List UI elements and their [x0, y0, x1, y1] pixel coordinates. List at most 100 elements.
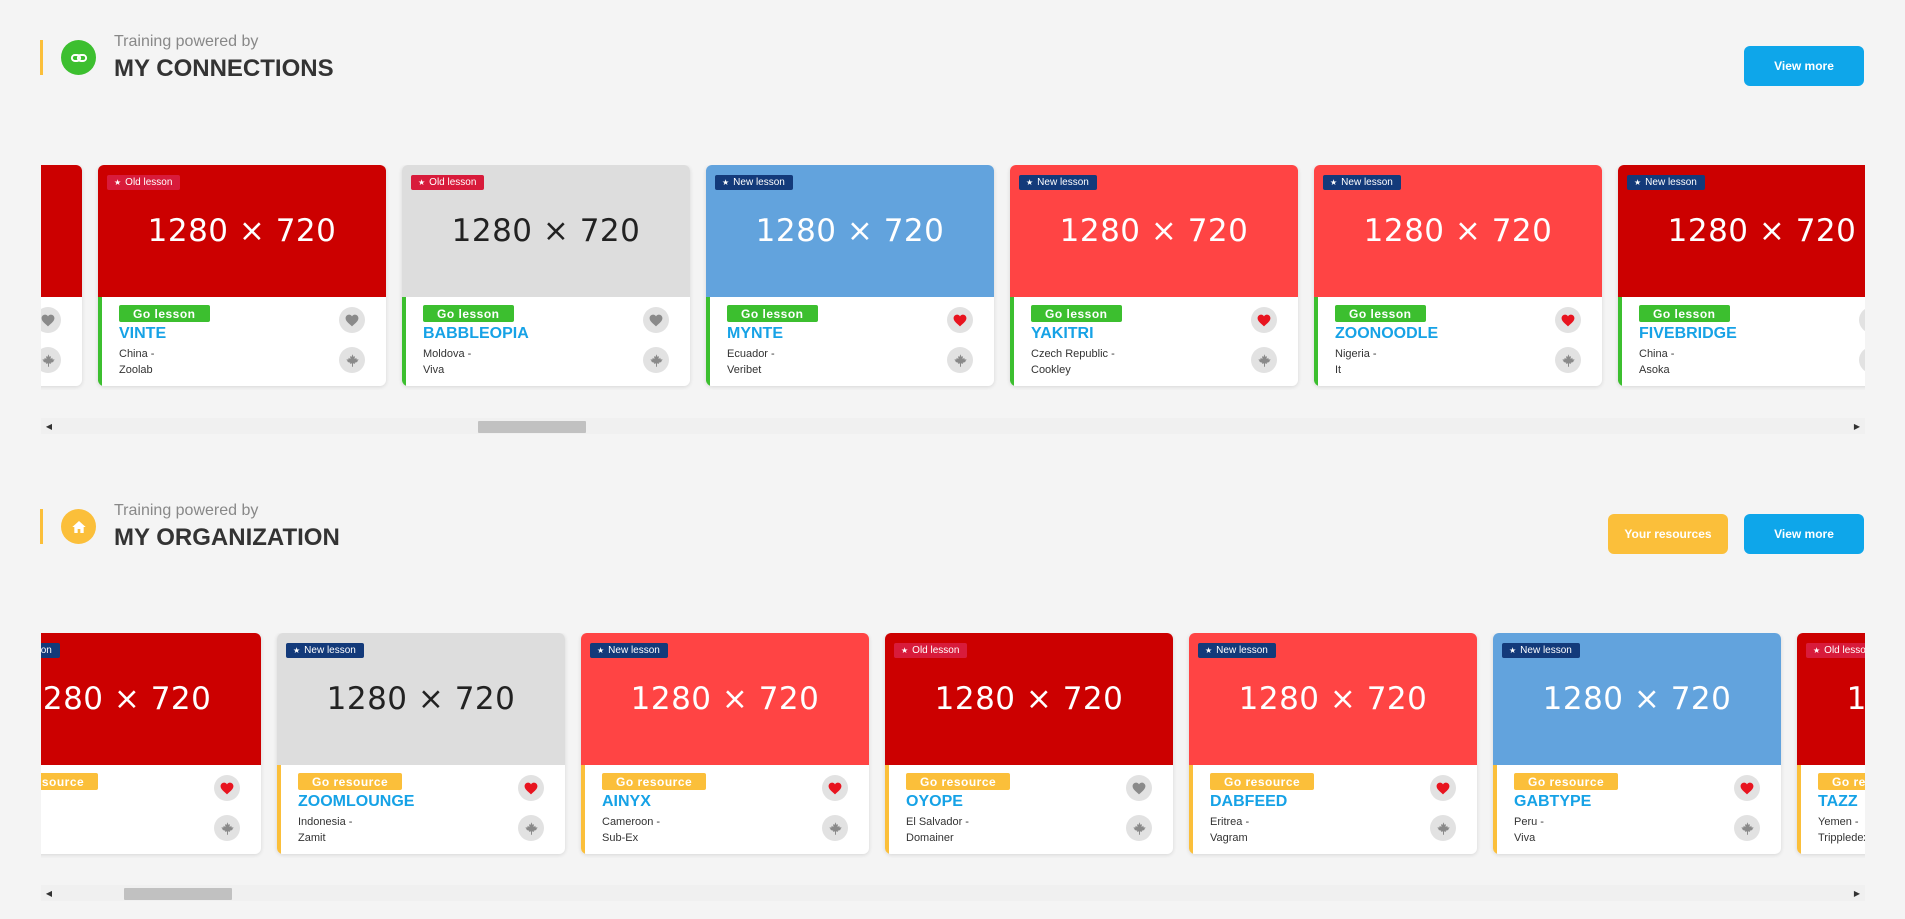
go-button[interactable]: Go lesson [1639, 305, 1730, 322]
scrollbar-thumb[interactable] [478, 421, 586, 433]
maple-leaf-button[interactable] [214, 815, 240, 841]
maple-leaf-button[interactable] [822, 815, 848, 841]
go-button[interactable]: Go lesson [119, 305, 210, 322]
favorite-button[interactable] [643, 307, 669, 333]
card-thumbnail[interactable]: 1280 × 720 ★Old lesson [1797, 633, 1865, 765]
maple-leaf-button[interactable] [1251, 347, 1277, 373]
card-title[interactable]: ZOOMLOUNGE [298, 793, 414, 811]
favorite-button[interactable] [339, 307, 365, 333]
maple-leaf-button[interactable] [1126, 815, 1152, 841]
favorite-button[interactable] [1251, 307, 1277, 333]
card-thumbnail[interactable]: 1280 × 720 ★New lesson [1314, 165, 1602, 297]
card-title[interactable]: VINTE [119, 325, 166, 343]
card-thumbnail[interactable]: 1280 × 720 ★Old lesson [885, 633, 1173, 765]
card-accent-strip [581, 765, 585, 854]
go-button[interactable]: Go resource [906, 773, 1011, 790]
go-button[interactable]: Go resource [1210, 773, 1315, 790]
maple-leaf-button[interactable] [1430, 815, 1456, 841]
go-button[interactable]: Go resource [1818, 773, 1865, 790]
course-card[interactable]: 1280 × 720 ★ New lesson Go lesson YAKITRI… [1010, 165, 1298, 386]
go-button[interactable]: Go lesson [1031, 305, 1122, 322]
scrollbar-thumb[interactable] [124, 888, 233, 900]
course-card[interactable]: 1280 × 720 ★ New lesson Go resource ZOOML… [277, 633, 565, 854]
card-title[interactable]: OYOPE [906, 793, 963, 811]
card-title[interactable]: FIVEBRIDGE [1639, 325, 1737, 343]
card-title[interactable]: GABTYPE [1514, 793, 1591, 811]
card-thumbnail[interactable]: 1280 × 720 ★New lesson [277, 633, 565, 765]
maple-leaf-button[interactable] [1859, 347, 1865, 373]
course-card[interactable]: 1280 × 720 ★ New lesson Go resource DABFE… [1189, 633, 1477, 854]
card-title[interactable]: TAZZ [1818, 793, 1858, 811]
course-card[interactable]: 1280 × 720 ★ New lesson Go resource GABTY… [1493, 633, 1781, 854]
maple-leaf-button[interactable] [947, 347, 973, 373]
your-resources-button[interactable]: Your resources [1608, 514, 1728, 554]
go-button[interactable]: Go lesson [423, 305, 514, 322]
horizontal-scrollbar[interactable]: ◀ ▶ [41, 885, 1865, 901]
card-thumbnail[interactable]: 1280 × 720 ★New lesson [1010, 165, 1298, 297]
card-thumbnail[interactable]: 1280 × 720 ★Old lesson [98, 165, 386, 297]
card-title[interactable]: ZOONOODLE [1335, 325, 1438, 343]
go-button[interactable]: Go resource [298, 773, 403, 790]
card-title[interactable]: YAKITRI [1031, 325, 1094, 343]
course-card[interactable]: 1280 × 720 ★ Old lesson Go lesson BABBLEO… [402, 165, 690, 386]
card-title[interactable]: DABFEED [1210, 793, 1287, 811]
course-card[interactable]: 1280 × 720 ★ New lesson Go lesson MYNTE E… [706, 165, 994, 386]
accent-bar [40, 509, 43, 544]
card-title[interactable]: MYNTE [727, 325, 783, 343]
favorite-button[interactable] [1126, 775, 1152, 801]
go-button[interactable]: Go resource [41, 773, 99, 790]
favorite-button[interactable] [1859, 307, 1865, 333]
course-card[interactable]: 1280 × 720 ★ New lesson Go lesson ZOONOOD… [1314, 165, 1602, 386]
card-country: Moldova - [423, 348, 472, 360]
maple-leaf-button[interactable] [1734, 815, 1760, 841]
favorite-button[interactable] [214, 775, 240, 801]
card-thumbnail[interactable]: 1280 × 720 ★New lesson [706, 165, 994, 297]
maple-leaf-button[interactable] [518, 815, 544, 841]
card-thumbnail[interactable]: 1280 × 720 ★New lesson [581, 633, 869, 765]
card-thumbnail[interactable]: 1280 × 720 [41, 165, 82, 297]
favorite-button[interactable] [947, 307, 973, 333]
favorite-button[interactable] [1430, 775, 1456, 801]
scroll-left-arrow[interactable]: ◀ [41, 885, 57, 901]
scroll-left-arrow[interactable]: ◀ [41, 418, 57, 434]
favorite-button[interactable] [1734, 775, 1760, 801]
favorite-button[interactable] [518, 775, 544, 801]
go-button[interactable]: Go resource [1514, 773, 1619, 790]
horizontal-scrollbar[interactable]: ◀ ▶ [41, 418, 1865, 434]
card-thumbnail[interactable]: 1280 × 720 ★New lesson [41, 633, 261, 765]
course-card[interactable]: 1280 × 720 ★Old lesson Go resource TAZZ … [1797, 633, 1865, 854]
favorite-button[interactable] [822, 775, 848, 801]
resource-carousel[interactable]: 1280 × 720 ★New lesson Go resource 1280 … [41, 633, 1865, 858]
scroll-right-arrow[interactable]: ▶ [1849, 885, 1865, 901]
card-thumbnail[interactable]: 1280 × 720 ★New lesson [1493, 633, 1781, 765]
lesson-carousel[interactable]: 1280 × 720 Go lesson 1280 × 720 ★Old les… [41, 165, 1865, 390]
maple-leaf-button[interactable] [643, 347, 669, 373]
course-card[interactable]: 1280 × 720 ★ New lesson Go lesson FIVEBRI… [1618, 165, 1865, 386]
card-title[interactable]: AINYX [602, 793, 651, 811]
course-card[interactable]: 1280 × 720 ★ New lesson Go resource AINYX… [581, 633, 869, 854]
favorite-button[interactable] [41, 307, 61, 333]
maple-leaf-button[interactable] [41, 347, 61, 373]
star-icon: ★ [114, 178, 122, 187]
go-button[interactable]: Go resource [602, 773, 707, 790]
card-title[interactable]: BABBLEOPIA [423, 325, 529, 343]
go-button[interactable]: Go lesson [1335, 305, 1426, 322]
scroll-right-arrow[interactable]: ▶ [1849, 418, 1865, 434]
course-card[interactable]: 1280 × 720 ★ Old lesson Go lesson VINTE C… [98, 165, 386, 386]
thumbnail-placeholder-text: 1280 × 720 [755, 213, 945, 249]
view-more-button[interactable]: View more [1744, 46, 1864, 86]
thumbnail-placeholder-text: 1280 × 720 [1542, 681, 1732, 717]
course-card[interactable]: 1280 × 720 ★New lesson Go resource [41, 633, 261, 854]
course-card[interactable]: 1280 × 720 Go lesson [41, 165, 82, 386]
view-more-button[interactable]: View more [1744, 514, 1864, 554]
maple-leaf-button[interactable] [339, 347, 365, 373]
thumbnail-placeholder-text: 1280 × 720 [1667, 213, 1857, 249]
card-thumbnail[interactable]: 1280 × 720 ★Old lesson [402, 165, 690, 297]
badge-label: Old lesson [429, 177, 477, 188]
card-thumbnail[interactable]: 1280 × 720 ★New lesson [1618, 165, 1865, 297]
course-card[interactable]: 1280 × 720 ★ Old lesson Go resource OYOPE… [885, 633, 1173, 854]
go-button[interactable]: Go lesson [727, 305, 818, 322]
maple-leaf-button[interactable] [1555, 347, 1581, 373]
favorite-button[interactable] [1555, 307, 1581, 333]
card-thumbnail[interactable]: 1280 × 720 ★New lesson [1189, 633, 1477, 765]
